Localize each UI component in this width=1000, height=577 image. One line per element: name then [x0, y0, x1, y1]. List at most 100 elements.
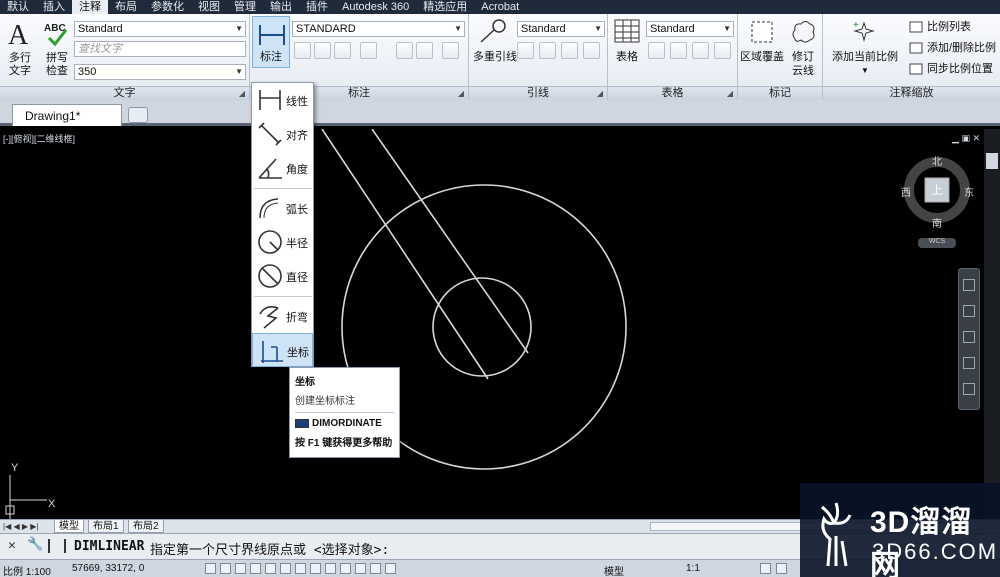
download-data-icon[interactable] [714, 42, 731, 59]
find-text-input[interactable]: 查找文字 [74, 41, 246, 57]
vertical-scrollbar[interactable] [984, 129, 1000, 519]
multileader-label[interactable]: 多重引线 [473, 51, 517, 64]
tab-layout1[interactable]: 布局1 [88, 520, 124, 533]
spell-check-icon[interactable]: ABC [44, 20, 70, 48]
link-data-icon[interactable] [670, 42, 687, 59]
panel-expand-icon[interactable]: ◢ [239, 87, 245, 100]
close-icon[interactable]: ✕ [8, 538, 16, 553]
object-snap-icon[interactable] [280, 563, 291, 574]
leader-style-select[interactable]: Standard ▼ [517, 21, 605, 37]
viewcube[interactable]: 上 北 南 东 西 WCS [900, 150, 980, 250]
menu-item-linear[interactable]: 线性 [252, 83, 313, 117]
menu-item-default[interactable]: 默认 [0, 0, 36, 14]
compass-south[interactable]: 南 [932, 215, 942, 230]
panel-expand-icon[interactable]: ◢ [597, 87, 603, 100]
viewport-controls[interactable]: ▁ ▣ ✕ [950, 133, 980, 143]
menu-item-radius[interactable]: 半径 [252, 225, 313, 259]
remove-leader-icon[interactable] [539, 42, 556, 59]
wcs-menu[interactable]: WCS [918, 238, 956, 245]
viewcube-top-face[interactable]: 上 [929, 181, 945, 198]
annotation-scale-status[interactable]: 1:1 [686, 563, 700, 574]
menu-item-ordinate[interactable]: 坐标 [252, 333, 313, 367]
3d-object-snap-icon[interactable] [295, 563, 306, 574]
continue-dim-icon[interactable] [314, 42, 331, 59]
add-delete-scale-icon[interactable] [909, 41, 923, 55]
align-leader-icon[interactable] [561, 42, 578, 59]
drawing-canvas[interactable]: [-][俯视][二维线框] Y X [0, 129, 984, 519]
object-snap-tracking-icon[interactable] [310, 563, 321, 574]
menu-item-arc-length[interactable]: 弧长 [252, 191, 313, 225]
spell-check-label-1[interactable]: 拼写 [44, 52, 70, 65]
toolbar-lock-icon[interactable] [776, 563, 787, 574]
wipeout-label[interactable]: 区域覆盖 [740, 51, 784, 64]
add-current-scale-icon[interactable]: + [851, 19, 877, 45]
wrench-icon[interactable]: 🔧 [27, 537, 43, 552]
tab-model[interactable]: 模型 [54, 520, 84, 533]
ortho-mode-icon[interactable] [250, 563, 261, 574]
multiline-text-label-1[interactable]: 多行 [6, 52, 34, 65]
dimension-big-button[interactable]: 标注 [252, 16, 290, 68]
annotation-scaling-panel-title[interactable]: 注释缩放 [823, 86, 1000, 100]
dynamic-ucs-icon[interactable] [325, 563, 336, 574]
collect-leader-icon[interactable] [583, 42, 600, 59]
dynamic-input-icon[interactable] [340, 563, 351, 574]
menu-item-angular[interactable]: 角度 [252, 151, 313, 185]
menu-item-view[interactable]: 视图 [191, 0, 227, 14]
lineweight-icon[interactable] [355, 563, 366, 574]
menu-item-output[interactable]: 输出 [263, 0, 299, 14]
tab-drawing1[interactable]: Drawing1* [12, 104, 122, 126]
quick-dim-icon[interactable] [294, 42, 311, 59]
table-panel-title[interactable]: 表格 ◢ [608, 86, 737, 100]
revision-cloud-icon[interactable] [790, 19, 816, 45]
grid-display-icon[interactable] [235, 563, 246, 574]
menu-item-plugins[interactable]: 插件 [299, 0, 335, 14]
multiline-text-icon[interactable]: A [6, 18, 34, 51]
multileader-icon[interactable] [477, 18, 507, 46]
snap-mode-icon[interactable] [220, 563, 231, 574]
menu-item-diameter[interactable]: 直径 [252, 259, 313, 293]
menu-item-aligned[interactable]: 对齐 [252, 117, 313, 151]
menu-item-jogged[interactable]: 折弯 [252, 299, 313, 333]
jog-line-icon[interactable] [442, 42, 459, 59]
panel-expand-icon[interactable]: ◢ [458, 87, 464, 100]
wipeout-icon[interactable] [750, 19, 774, 45]
polar-tracking-icon[interactable] [265, 563, 276, 574]
menu-item-parametric[interactable]: 参数化 [144, 0, 191, 14]
baseline-dim-icon[interactable] [334, 42, 351, 59]
add-current-scale-label[interactable]: 添加当前比例 [829, 51, 901, 64]
text-panel-title[interactable]: 文字 ◢ [0, 86, 249, 100]
showmotion-icon[interactable] [963, 383, 975, 395]
spell-check-label-2[interactable]: 检查 [44, 65, 70, 78]
transparency-icon[interactable] [370, 563, 381, 574]
revision-cloud-label-1[interactable]: 修订 [790, 51, 816, 64]
text-height-select[interactable]: 350 ▼ [74, 64, 246, 80]
model-space-toggle[interactable]: 模型 [604, 563, 624, 577]
extract-data-icon[interactable] [648, 42, 665, 59]
scale-list-icon[interactable] [909, 20, 923, 34]
compass-north[interactable]: 北 [932, 153, 942, 168]
steering-wheel-icon[interactable] [963, 279, 975, 291]
scrollbar-thumb[interactable] [986, 153, 998, 169]
infer-constraints-icon[interactable] [205, 563, 216, 574]
tab-nav-arrows-icon[interactable]: |◀ ◀ ▶ ▶| [3, 520, 38, 533]
menu-item-layout[interactable]: 布局 [108, 0, 144, 14]
table-style-select[interactable]: Standard ▼ [646, 21, 734, 37]
annotation-scale-readout[interactable]: 比例 1:100 [3, 563, 51, 577]
menu-item-annotate[interactable]: 注释 [72, 0, 108, 14]
chevron-down-icon[interactable]: ▼ [829, 64, 901, 77]
workspace-switch-icon[interactable] [760, 563, 771, 574]
tab-layout2[interactable]: 布局2 [128, 520, 164, 533]
update-dim-icon[interactable] [416, 42, 433, 59]
compass-east[interactable]: 东 [964, 184, 974, 199]
panel-expand-icon[interactable]: ◢ [727, 87, 733, 100]
markup-panel-title[interactable]: 标记 [738, 86, 822, 100]
compass-west[interactable]: 西 [901, 184, 911, 199]
orbit-icon[interactable] [963, 357, 975, 369]
coordinates-readout[interactable]: 57669, 33172, 0 [72, 563, 144, 574]
scale-list-label[interactable]: 比例列表 [927, 21, 971, 34]
add-delete-scale-label[interactable]: 添加/删除比例 [927, 42, 996, 55]
add-leader-icon[interactable] [517, 42, 534, 59]
revision-cloud-label-2[interactable]: 云线 [790, 65, 816, 78]
quick-properties-icon[interactable] [385, 563, 396, 574]
menu-item-manage[interactable]: 管理 [227, 0, 263, 14]
